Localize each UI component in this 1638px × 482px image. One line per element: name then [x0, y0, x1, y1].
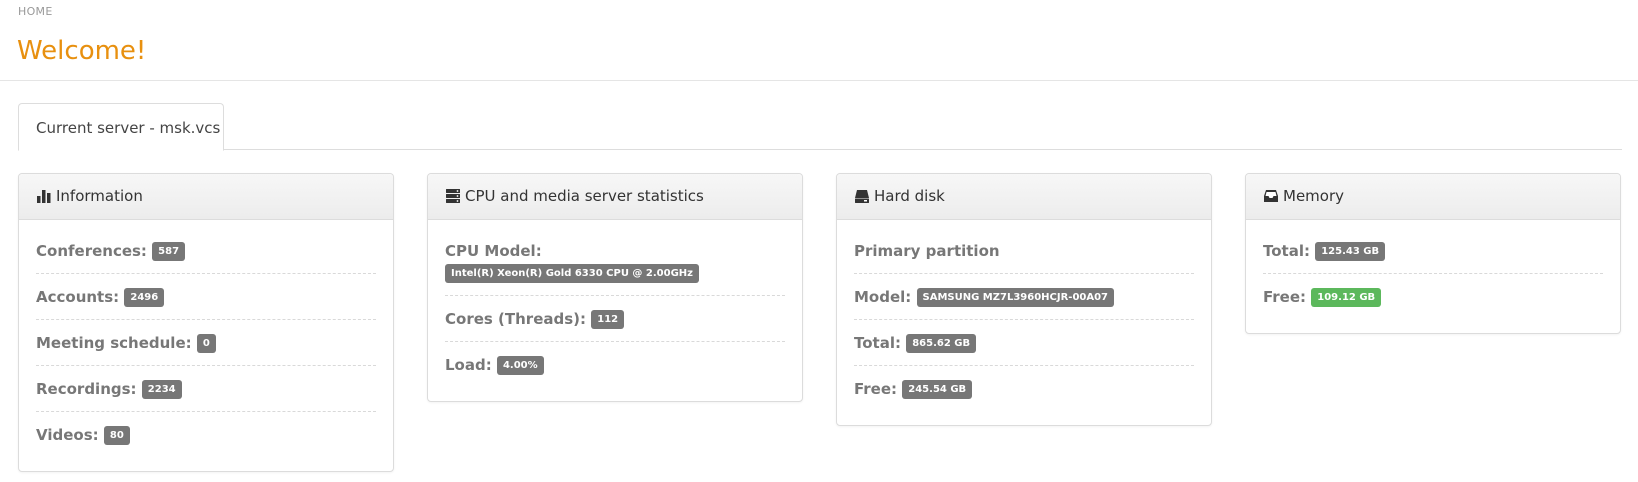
accounts-label: Accounts:	[36, 288, 120, 306]
recordings-row: Recordings: 2234	[36, 366, 376, 412]
memory-total-label: Total:	[1263, 242, 1310, 260]
information-panel-body: Conferences: 587 Accounts: 2496 Meeting …	[19, 220, 393, 471]
conferences-count-badge: 587	[152, 242, 186, 261]
server-icon	[446, 189, 460, 203]
memory-free-label: Free:	[1263, 288, 1307, 306]
disk-panel-body: Primary partition Model: SAMSUNG MZ7L396…	[837, 220, 1211, 425]
meeting-schedule-row: Meeting schedule: 0	[36, 320, 376, 366]
memory-panel: Memory Total: 125.43 GB Free: 109.12 GB	[1245, 173, 1621, 334]
disk-model-label: Model:	[854, 288, 912, 306]
information-panel-heading: Information	[19, 174, 393, 220]
memory-total-row: Total: 125.43 GB	[1263, 228, 1603, 274]
inbox-icon	[1264, 190, 1278, 202]
cores-label: Cores (Threads):	[445, 310, 587, 328]
cores-badge: 112	[591, 310, 625, 329]
meeting-schedule-label: Meeting schedule:	[36, 334, 192, 352]
load-label: Load:	[445, 356, 492, 374]
cpu-panel-title: CPU and media server statistics	[465, 187, 704, 205]
cpu-panel-heading: CPU and media server statistics	[428, 174, 802, 220]
memory-free-row: Free: 109.12 GB	[1263, 274, 1603, 319]
cpu-panel: CPU and media server statistics CPU Mode…	[427, 173, 803, 402]
memory-panel-title: Memory	[1283, 187, 1345, 205]
disk-model-row: Model: SAMSUNG MZ7L3960HCJR-00A07	[854, 274, 1194, 320]
cpu-model-badge: Intel(R) Xeon(R) Gold 6330 CPU @ 2.00GHz	[445, 264, 699, 283]
page-title: Welcome!	[17, 36, 147, 66]
videos-count-badge: 80	[103, 426, 130, 445]
disk-free-badge: 245.54 GB	[902, 380, 973, 399]
primary-partition-row: Primary partition	[854, 228, 1194, 274]
memory-free-badge: 109.12 GB	[1311, 288, 1382, 307]
disk-panel-title: Hard disk	[874, 187, 945, 205]
disk-panel-heading: Hard disk	[837, 174, 1211, 220]
conferences-row: Conferences: 587	[36, 228, 376, 274]
information-panel: Information Conferences: 587 Accounts: 2…	[18, 173, 394, 472]
recordings-count-badge: 2234	[141, 380, 182, 399]
disk-free-label: Free:	[854, 380, 898, 398]
recordings-label: Recordings:	[36, 380, 137, 398]
cores-row: Cores (Threads): 112	[445, 296, 785, 342]
cpu-model-row: CPU Model: Intel(R) Xeon(R) Gold 6330 CP…	[445, 228, 785, 296]
load-row: Load: 4.00%	[445, 342, 785, 387]
disk-total-badge: 865.62 GB	[906, 334, 977, 353]
disk-total-row: Total: 865.62 GB	[854, 320, 1194, 366]
accounts-row: Accounts: 2496	[36, 274, 376, 320]
disk-total-label: Total:	[854, 334, 901, 352]
accounts-count-badge: 2496	[124, 288, 165, 307]
videos-label: Videos:	[36, 426, 99, 444]
bar-chart-icon	[37, 190, 51, 203]
load-badge: 4.00%	[496, 356, 544, 375]
memory-total-badge: 125.43 GB	[1315, 242, 1386, 261]
disk-model-badge: SAMSUNG MZ7L3960HCJR-00A07	[916, 288, 1115, 307]
hard-drive-icon	[855, 190, 869, 203]
meeting-schedule-count-badge: 0	[196, 334, 216, 353]
cpu-panel-body: CPU Model: Intel(R) Xeon(R) Gold 6330 CP…	[428, 220, 802, 401]
memory-panel-heading: Memory	[1246, 174, 1620, 220]
disk-panel: Hard disk Primary partition Model: SAMSU…	[836, 173, 1212, 426]
conferences-label: Conferences:	[36, 242, 147, 260]
header-divider	[0, 80, 1638, 81]
cpu-model-label: CPU Model:	[445, 242, 542, 260]
information-panel-title: Information	[56, 187, 143, 205]
videos-row: Videos: 80	[36, 412, 376, 457]
tab-bar: Current server - msk.vcs	[18, 103, 1622, 151]
memory-panel-body: Total: 125.43 GB Free: 109.12 GB	[1246, 220, 1620, 333]
disk-free-row: Free: 245.54 GB	[854, 366, 1194, 411]
primary-partition-label: Primary partition	[854, 242, 1000, 260]
tab-current-server[interactable]: Current server - msk.vcs	[18, 103, 224, 151]
breadcrumb[interactable]: HOME	[18, 5, 53, 18]
